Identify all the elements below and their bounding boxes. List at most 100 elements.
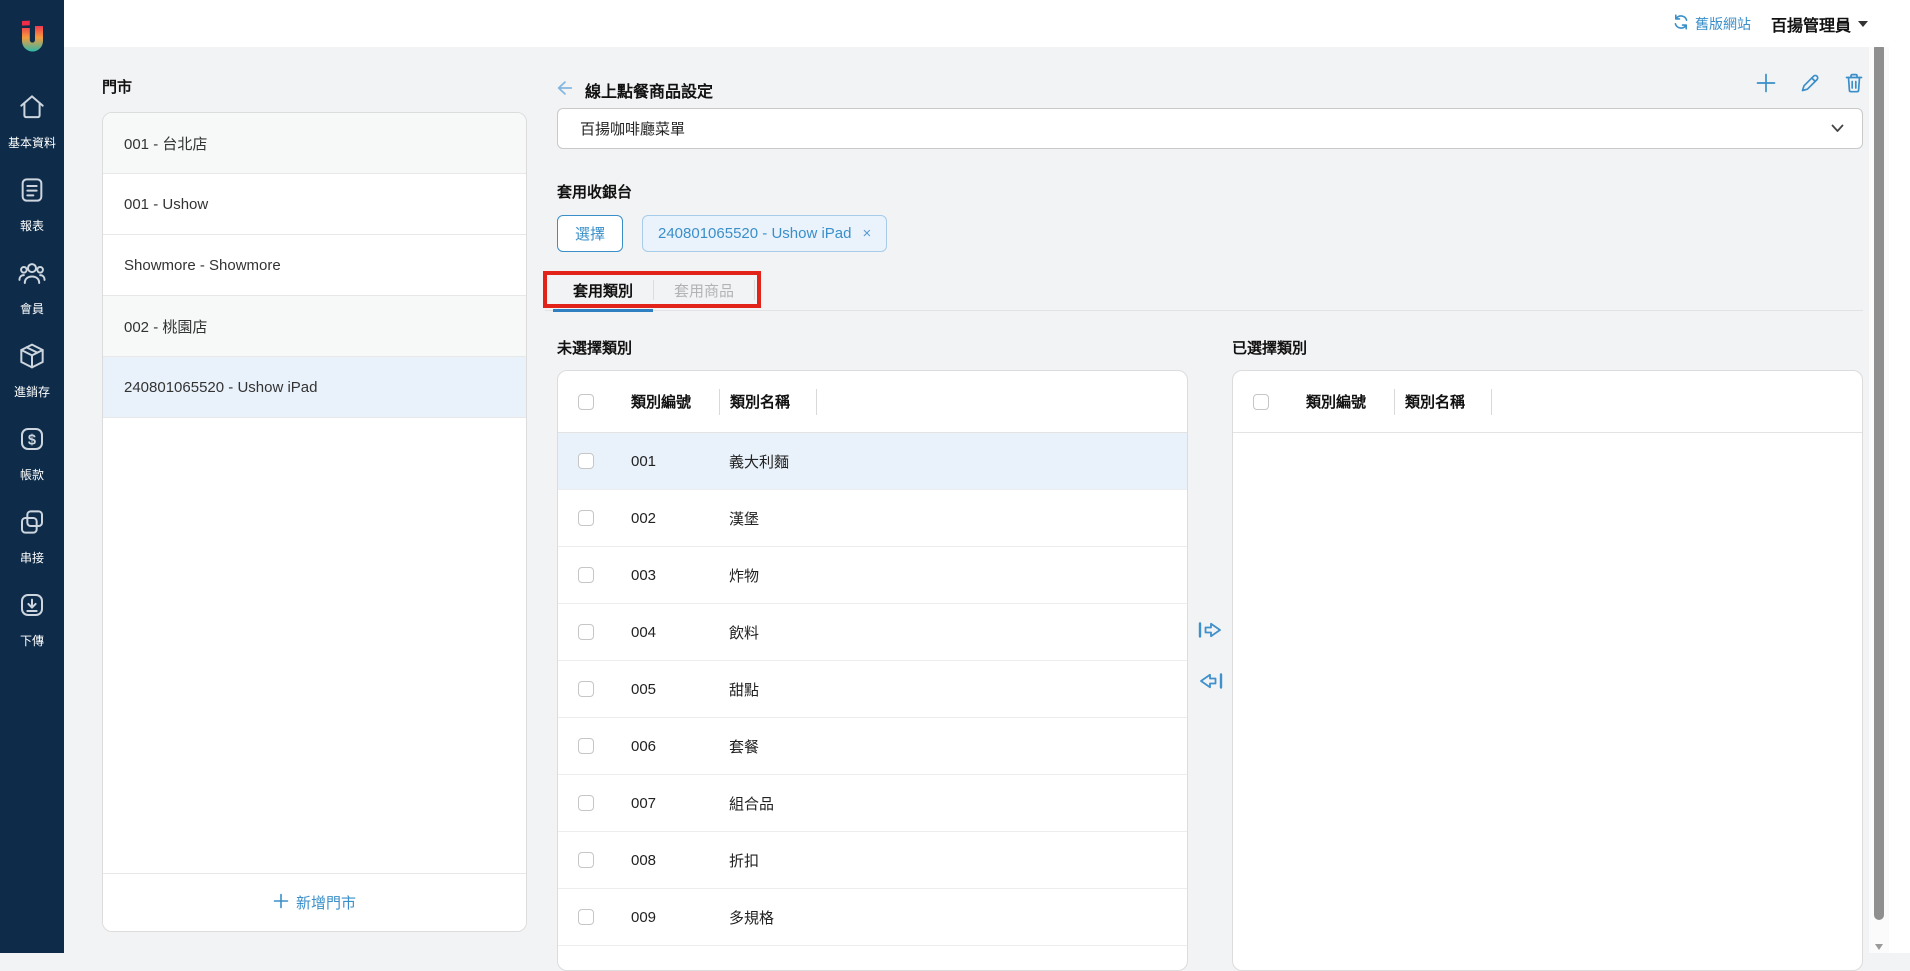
sidebar-item-label: 進銷存 bbox=[14, 383, 50, 400]
store-list-item[interactable]: Showmore - Showmore bbox=[103, 235, 526, 296]
scrollbar-thumb[interactable] bbox=[1874, 43, 1884, 920]
choose-cashier-button[interactable]: 選擇 bbox=[557, 215, 623, 252]
column-header-name: 類別名稱 bbox=[1405, 391, 1491, 412]
category-name: 漢堡 bbox=[729, 508, 1187, 529]
select-all-checkbox[interactable] bbox=[1253, 394, 1269, 410]
move-left-button[interactable] bbox=[1197, 669, 1224, 698]
category-code: 001 bbox=[631, 453, 729, 470]
unselected-categories-table: 類別編號 類別名稱 001 義大利麵 002 漢堡 003 炸物 bbox=[557, 370, 1188, 971]
row-checkbox[interactable] bbox=[578, 681, 594, 697]
scrollbar-down-arrow[interactable] bbox=[1875, 944, 1883, 950]
store-list-item[interactable]: 002 - 桃園店 bbox=[103, 296, 526, 357]
store-name: Showmore - Showmore bbox=[124, 257, 281, 274]
tab-label: 套用類別 bbox=[573, 280, 633, 301]
store-list-item[interactable]: 001 - Ushow bbox=[103, 174, 526, 235]
svg-text:$: $ bbox=[28, 432, 36, 448]
row-checkbox[interactable] bbox=[578, 453, 594, 469]
ushow-logo bbox=[13, 18, 51, 65]
category-name: 折扣 bbox=[729, 850, 1187, 871]
row-checkbox[interactable] bbox=[578, 624, 594, 640]
menu-select[interactable]: 百揚咖啡廳菜單 bbox=[557, 108, 1863, 149]
store-list: 001 - 台北店 001 - Ushow Showmore - Showmor… bbox=[103, 113, 526, 873]
category-name: 組合品 bbox=[729, 793, 1187, 814]
column-divider bbox=[1491, 389, 1492, 415]
plus-icon bbox=[1756, 73, 1776, 93]
category-code: 005 bbox=[631, 681, 729, 698]
row-checkbox[interactable] bbox=[578, 567, 594, 583]
download-icon bbox=[16, 589, 48, 626]
cashier-section-label: 套用收銀台 bbox=[557, 181, 632, 202]
category-name: 飲料 bbox=[729, 622, 1187, 643]
cashier-tag-label: 240801065520 - Ushow iPad bbox=[658, 225, 851, 242]
user-menu[interactable]: 百揚管理員 bbox=[1771, 12, 1868, 36]
old-site-label: 舊版網站 bbox=[1695, 14, 1751, 34]
category-code: 002 bbox=[631, 510, 729, 527]
tab-divider bbox=[754, 280, 755, 300]
chevron-down-icon bbox=[1858, 21, 1868, 27]
sidebar-item-download[interactable]: 下傳 bbox=[16, 589, 48, 649]
sidebar-item-integration[interactable]: 串接 bbox=[16, 506, 48, 566]
integration-icon bbox=[16, 506, 48, 543]
pencil-icon bbox=[1799, 72, 1821, 94]
trash-icon bbox=[1844, 72, 1864, 94]
stores-panel: 001 - 台北店 001 - Ushow Showmore - Showmor… bbox=[102, 112, 527, 932]
members-icon bbox=[16, 257, 48, 294]
column-header-code: 類別編號 bbox=[1306, 391, 1394, 412]
plus-icon bbox=[273, 893, 289, 913]
sidebar-item-basic-data[interactable]: 基本資料 bbox=[8, 91, 56, 151]
add-store-label: 新增門市 bbox=[296, 892, 356, 913]
column-header-code: 類別編號 bbox=[631, 391, 719, 412]
tab-bar: 套用類別 套用商品 bbox=[545, 270, 1863, 311]
category-row[interactable]: 004 飲料 bbox=[558, 604, 1187, 661]
category-row[interactable]: 001 義大利麵 bbox=[558, 433, 1187, 490]
sidebar-item-reports[interactable]: 報表 bbox=[16, 174, 48, 234]
category-row[interactable]: 007 組合品 bbox=[558, 775, 1187, 832]
refresh-icon bbox=[1673, 14, 1689, 33]
store-list-item[interactable]: 001 - 台北店 bbox=[103, 113, 526, 174]
category-row[interactable]: 005 甜點 bbox=[558, 661, 1187, 718]
category-row[interactable]: 003 炸物 bbox=[558, 547, 1187, 604]
user-name: 百揚管理員 bbox=[1771, 12, 1851, 36]
tag-remove-button[interactable]: × bbox=[862, 225, 871, 242]
row-checkbox[interactable] bbox=[578, 795, 594, 811]
vertical-scrollbar[interactable] bbox=[1869, 26, 1889, 953]
category-code: 006 bbox=[631, 738, 729, 755]
sidebar-item-billing[interactable]: $ 帳款 bbox=[16, 423, 48, 483]
tab-apply-categories[interactable]: 套用類別 bbox=[553, 270, 653, 310]
right-margin-strip bbox=[1889, 0, 1910, 953]
sidebar-item-label: 帳款 bbox=[20, 466, 44, 483]
row-checkbox[interactable] bbox=[578, 909, 594, 925]
sidebar-item-inventory[interactable]: 進銷存 bbox=[14, 340, 50, 400]
old-site-link[interactable]: 舊版網站 bbox=[1673, 14, 1751, 34]
select-all-checkbox[interactable] bbox=[578, 394, 594, 410]
edit-menu-button[interactable] bbox=[1799, 72, 1821, 99]
category-row[interactable]: 009 多規格 bbox=[558, 889, 1187, 946]
transfer-controls bbox=[1197, 618, 1224, 698]
column-divider bbox=[719, 389, 720, 415]
row-checkbox[interactable] bbox=[578, 510, 594, 526]
report-icon bbox=[16, 174, 48, 211]
delete-menu-button[interactable] bbox=[1844, 72, 1864, 99]
category-code: 009 bbox=[631, 909, 729, 926]
row-checkbox[interactable] bbox=[578, 738, 594, 754]
add-store-button[interactable]: 新增門市 bbox=[103, 873, 526, 931]
arrow-right-bar-icon bbox=[1197, 618, 1224, 642]
add-menu-button[interactable] bbox=[1756, 73, 1776, 98]
header-actions bbox=[1756, 72, 1864, 99]
column-header-name: 類別名稱 bbox=[730, 391, 816, 412]
arrow-left-icon bbox=[555, 79, 574, 97]
sidebar-item-members[interactable]: 會員 bbox=[16, 257, 48, 317]
store-name: 002 - 桃園店 bbox=[124, 316, 207, 337]
category-code: 003 bbox=[631, 567, 729, 584]
category-row[interactable]: 006 套餐 bbox=[558, 718, 1187, 775]
back-button[interactable] bbox=[555, 79, 574, 102]
store-list-item[interactable]: 240801065520 - Ushow iPad bbox=[103, 357, 526, 418]
category-row[interactable]: 002 漢堡 bbox=[558, 490, 1187, 547]
move-right-button[interactable] bbox=[1197, 618, 1224, 647]
sidebar-item-label: 下傳 bbox=[20, 632, 44, 649]
sidebar-item-label: 串接 bbox=[20, 549, 44, 566]
category-row[interactable]: 008 折扣 bbox=[558, 832, 1187, 889]
row-checkbox[interactable] bbox=[578, 852, 594, 868]
category-name: 義大利麵 bbox=[729, 451, 1187, 472]
tab-apply-products[interactable]: 套用商品 bbox=[654, 270, 754, 310]
